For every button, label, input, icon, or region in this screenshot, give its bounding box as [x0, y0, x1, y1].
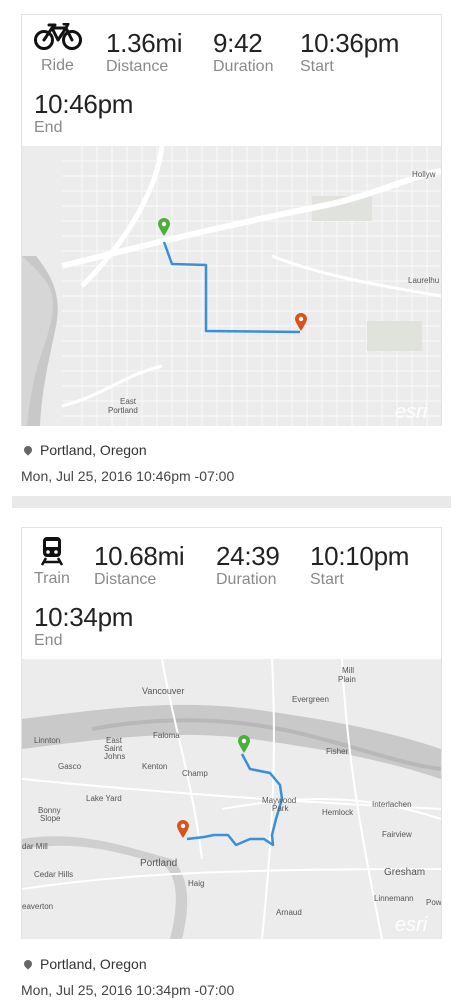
location-pin-icon: [22, 958, 34, 970]
bicycle-icon: [34, 23, 82, 50]
map-label-portland: Portland: [108, 406, 138, 415]
esri-attribution: esri: [395, 914, 428, 936]
card-separator: [12, 496, 451, 508]
map-label-gresham: Gresham: [384, 867, 425, 878]
end-marker-icon: [177, 820, 189, 838]
map-label-park: Park: [272, 804, 289, 813]
distance-value: 1.36mi: [106, 28, 183, 58]
duration-stat: 24:39 Duration: [216, 542, 280, 589]
start-label: Start: [310, 571, 344, 588]
map-label-kenton: Kenton: [142, 762, 167, 771]
activity-card-ride[interactable]: Ride 1.36mi Distance 9:42 Duration 10:36…: [21, 14, 442, 426]
map-label-arnaud: Arnaud: [276, 908, 302, 917]
activity-date: Mon, Jul 25, 2016 10:34pm -07:00: [21, 982, 235, 998]
duration-value: 9:42: [213, 28, 263, 58]
map-label-fisher: Fisher: [326, 747, 349, 756]
map-label-plain: Plain: [338, 675, 356, 684]
duration-label: Duration: [216, 571, 277, 588]
end-stat: 10:46pm End: [34, 90, 133, 137]
duration-stat: 9:42 Duration: [213, 29, 273, 76]
location-text: Portland, Oregon: [40, 442, 147, 458]
map-label-east: East: [120, 397, 137, 406]
map-label-hemlock: Hemlock: [322, 808, 354, 817]
start-value: 10:36pm: [300, 28, 400, 58]
end-label: End: [34, 632, 63, 649]
map-label-laurelhu: Laurelhu: [408, 276, 439, 285]
end-value: 10:34pm: [34, 602, 134, 632]
activity-type-label: Train: [34, 570, 70, 587]
distance-label: Distance: [106, 58, 169, 75]
map-label-hollyw: Hollyw: [412, 170, 436, 179]
distance-value: 10.68mi: [94, 541, 185, 571]
map-label-haig: Haig: [188, 879, 204, 888]
map-label-cedar-hills: Cedar Hills: [34, 870, 73, 879]
route-map[interactable]: Vancouver Mill Plain Evergreen Linnton E…: [22, 659, 441, 939]
map-label-gasco: Gasco: [58, 762, 82, 771]
map-label-mill: Mill: [342, 666, 354, 675]
end-stat: 10:34pm End: [34, 603, 133, 650]
location-pin-icon: [22, 444, 34, 456]
map-label-beaverton: eaverton: [22, 902, 53, 911]
map-label-pow: Pow: [426, 898, 441, 907]
distance-label: Distance: [94, 571, 157, 588]
distance-stat: 1.36mi Distance: [106, 28, 183, 76]
location-text: Portland, Oregon: [40, 956, 147, 972]
map-label-linnemann: Linnemann: [374, 894, 414, 903]
map-label-cedar-mill: dar Mill: [22, 842, 48, 851]
activity-type-label: Ride: [41, 57, 74, 74]
end-label: End: [34, 119, 63, 136]
start-marker-icon: [238, 735, 250, 753]
map-label-evergreen: Evergreen: [292, 695, 329, 704]
duration-label: Duration: [213, 58, 274, 75]
location-row: Portland, Oregon: [22, 956, 147, 972]
end-value: 10:46pm: [34, 89, 134, 119]
map-label-fairview: Fairview: [382, 830, 412, 839]
distance-stat: 10.68mi Distance: [94, 541, 185, 589]
train-icon: [40, 537, 64, 566]
map-label-lake-yard: Lake Yard: [86, 794, 122, 803]
map-label-champ: Champ: [182, 769, 208, 778]
map-label-faloma: Faloma: [153, 731, 180, 740]
map-label-linnton: Linnton: [34, 736, 60, 745]
map-label-vancouver: Vancouver: [142, 686, 184, 696]
start-label: Start: [300, 58, 334, 75]
start-stat: 10:10pm Start: [310, 542, 409, 589]
map-label-slope: Slope: [40, 814, 61, 823]
map-label-interlachen: Interlachen: [372, 800, 412, 809]
start-stat: 10:36pm Start: [300, 29, 399, 76]
duration-value: 24:39: [216, 541, 280, 571]
esri-attribution: esri: [395, 401, 428, 423]
activity-card-train[interactable]: Train 10.68mi Distance 24:39 Duration 10…: [21, 527, 442, 939]
start-marker-icon: [158, 218, 170, 236]
activity-date: Mon, Jul 25, 2016 10:46pm -07:00: [21, 468, 235, 484]
map-label-johns: Johns: [104, 752, 125, 761]
start-value: 10:10pm: [310, 541, 410, 571]
location-row: Portland, Oregon: [22, 442, 147, 458]
end-marker-icon: [295, 313, 307, 331]
route-map[interactable]: Hollyw Laurelhu East Portland esri: [22, 146, 441, 426]
map-label-portland: Portland: [140, 858, 177, 869]
